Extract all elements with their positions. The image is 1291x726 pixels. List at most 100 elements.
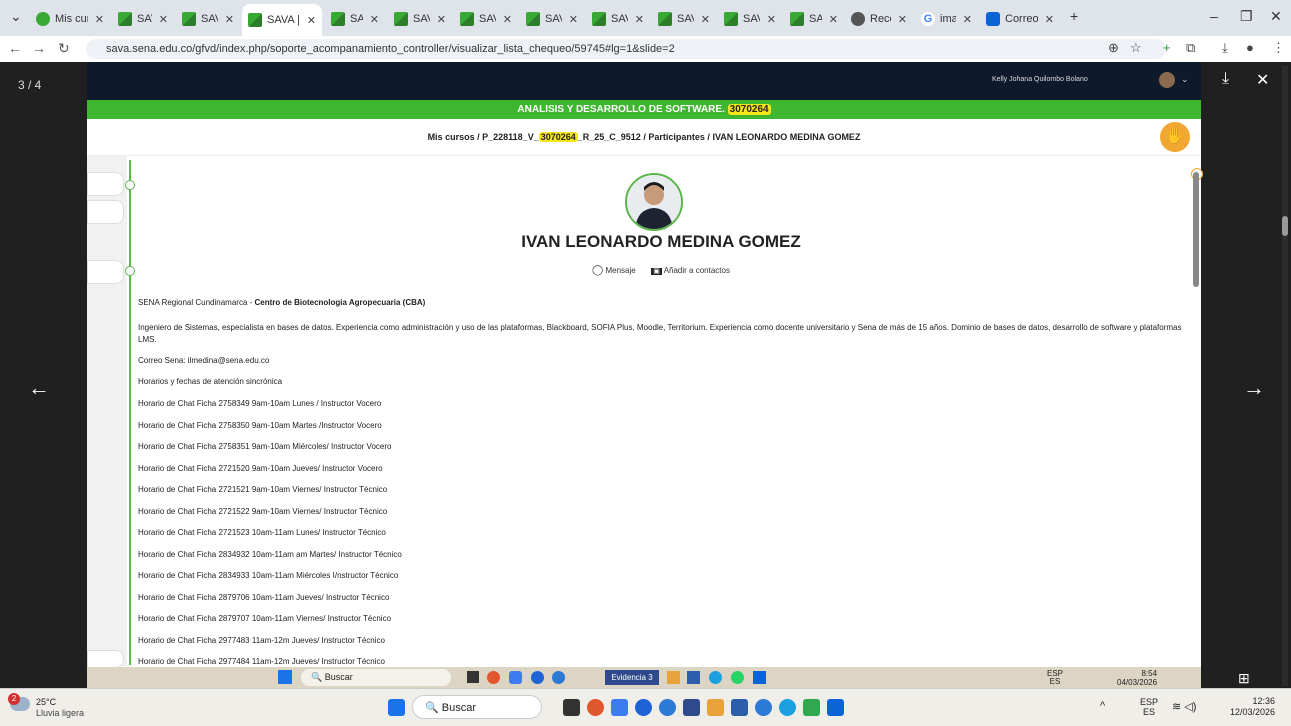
viewer-grid-icon[interactable]: ⊞ (1238, 670, 1250, 687)
viewer-scroll-thumb[interactable] (1282, 216, 1288, 236)
browser-tab[interactable]: SAVA | ✕ (242, 4, 322, 36)
task-view-icon[interactable] (563, 699, 580, 716)
menu-kebab-icon[interactable]: ⋮ (1272, 40, 1285, 56)
restore-icon[interactable]: ❐ (1240, 8, 1253, 25)
top-user-name[interactable]: Kelly Johana Quilombo Bolano (992, 76, 1088, 83)
prev-slide-arrow-icon[interactable]: ← (28, 375, 50, 401)
browser-tab[interactable]: SAVA | ✕ (176, 6, 240, 32)
close-tab-icon[interactable]: ✕ (635, 13, 644, 26)
sava-icon (724, 12, 738, 26)
viewer-scrollbar[interactable] (1282, 66, 1288, 686)
sava-icon (248, 13, 262, 27)
browser-tab[interactable]: SAVA | ✕ (520, 6, 584, 32)
browser-tab[interactable]: Mis cur ✕ (30, 6, 110, 32)
teams-icon (509, 671, 522, 684)
crumb-course[interactable]: P_228118_V_ 3070264 _R_25_C_9512 (482, 132, 641, 142)
minimize-icon[interactable]: – (1210, 8, 1218, 24)
close-tab-icon[interactable]: ✕ (307, 14, 316, 27)
tab-label: Record (870, 13, 891, 25)
sava-icon (658, 12, 672, 26)
close-tab-icon[interactable]: ✕ (898, 13, 907, 26)
close-tab-icon[interactable]: ✕ (95, 13, 104, 26)
zoom-icon[interactable]: ⊕ (1108, 40, 1119, 56)
browser-tab[interactable]: SAVA | ✕ (784, 6, 844, 32)
crumb-mis-cursos[interactable]: Mis cursos (428, 132, 475, 142)
browser-tab-strip: ⌄ Mis cur✕SAVA |✕SAVA |✕SAVA |✕SAVA |✕SA… (0, 0, 1291, 36)
taskbar-search[interactable]: 🔍 Buscar (412, 695, 542, 719)
app-icon[interactable] (779, 699, 796, 716)
browser-tab[interactable]: SAVA | ✕ (454, 6, 518, 32)
viewer-download-icon[interactable]: ⤓ (1222, 70, 1229, 88)
help-handshake-button[interactable]: ✋ (1160, 122, 1190, 152)
side-card[interactable] (87, 172, 124, 196)
user-avatar[interactable] (1159, 72, 1175, 88)
side-card[interactable] (87, 260, 124, 284)
excel-icon[interactable] (803, 699, 820, 716)
profile-avatar-icon[interactable]: ● (1246, 40, 1254, 55)
url-field[interactable]: sava.sena.edu.co/gfvd/index.php/soporte_… (86, 39, 1166, 59)
folder-icon[interactable] (707, 699, 724, 716)
close-tab-icon[interactable]: ✕ (963, 13, 972, 26)
bookmark-star-icon[interactable]: ☆ (1130, 40, 1142, 56)
close-tab-icon[interactable]: ✕ (159, 13, 168, 26)
tray-chevron-icon[interactable]: ^ (1100, 700, 1105, 712)
wifi-volume-icon[interactable]: ≋ ◁) (1172, 700, 1196, 713)
back-icon[interactable]: ← (8, 40, 22, 56)
chrome-icon[interactable] (587, 699, 604, 716)
search-icon: 🔍 (425, 702, 439, 714)
system-clock[interactable]: 12:36 12/03/2026 (1230, 696, 1275, 718)
skype-icon[interactable] (635, 699, 652, 716)
close-tab-icon[interactable]: ✕ (569, 13, 578, 26)
page-scrollbar-thumb[interactable] (1193, 172, 1199, 287)
close-tab-icon[interactable]: ✕ (437, 13, 446, 26)
close-tab-icon[interactable]: ✕ (701, 13, 710, 26)
crumb-participantes[interactable]: Participantes (648, 132, 705, 142)
browser-tab[interactable]: SAVA | ✕ (325, 6, 385, 32)
close-window-icon[interactable]: ✕ (1270, 8, 1282, 25)
teams-icon[interactable] (611, 699, 628, 716)
schedule-row: Horario de Chat Ficha 2758349 9am-10am L… (138, 399, 382, 408)
schedule-row: Horario de Chat Ficha 2834932 10am-11am … (138, 549, 402, 559)
edge-icon[interactable] (659, 699, 676, 716)
close-tab-icon[interactable]: ✕ (370, 13, 379, 26)
timeline-line (129, 160, 131, 665)
schedule-row: Horario de Chat Ficha 2758350 9am-10am M… (138, 420, 382, 430)
browser-tab[interactable]: SAVA | ✕ (718, 6, 782, 32)
browser-tab[interactable]: Record ✕ (845, 6, 913, 32)
app-icon[interactable] (683, 699, 700, 716)
close-tab-icon[interactable]: ✕ (225, 13, 234, 26)
tab-search-chevron-icon[interactable]: ⌄ (10, 8, 22, 25)
close-tab-icon[interactable]: ✕ (503, 13, 512, 26)
browser-tab[interactable]: SAVA | ✕ (652, 6, 716, 32)
add-contact-button[interactable]: ▣ Añadir a contactos (651, 266, 730, 275)
message-button[interactable]: ◯ Mensaje (592, 265, 636, 276)
new-tab-button[interactable]: + (1070, 8, 1078, 24)
viewer-close-icon[interactable]: ✕ (1256, 70, 1269, 90)
breadcrumb: Mis cursos / P_228118_V_ 3070264 _R_25_C_9… (87, 119, 1201, 156)
chevron-down-icon[interactable]: ⌄ (1181, 74, 1189, 85)
browser-tab[interactable]: SAVA | ✕ (388, 6, 452, 32)
sava-icon (182, 12, 196, 26)
side-card[interactable] (87, 650, 124, 668)
close-tab-icon[interactable]: ✕ (829, 13, 838, 26)
language-indicator[interactable]: ESP ES (1140, 697, 1158, 717)
word-icon[interactable] (731, 699, 748, 716)
browser-tab[interactable]: SAVA | ✕ (112, 6, 174, 32)
crumb-sep: / (707, 132, 710, 142)
next-slide-arrow-icon[interactable]: → (1243, 375, 1265, 401)
mail-icon[interactable] (827, 699, 844, 716)
reload-icon[interactable]: ↻ (58, 40, 70, 57)
browser-tab[interactable]: Correo ✕ (980, 6, 1060, 32)
extensions-puzzle-icon[interactable]: ⧉ (1186, 40, 1195, 56)
side-card[interactable] (87, 200, 124, 224)
browser-tab[interactable]: Gimagen ✕ (915, 6, 978, 32)
extension-add-icon[interactable]: + (1163, 40, 1171, 55)
download-icon[interactable]: ⤓ (1222, 40, 1228, 56)
windows-start-icon[interactable] (388, 699, 405, 716)
close-tab-icon[interactable]: ✕ (767, 13, 776, 26)
chat-icon[interactable] (755, 699, 772, 716)
forward-icon[interactable]: → (32, 40, 46, 56)
schedule-title: Horarios y fechas de atención sincrónica (138, 377, 283, 386)
close-tab-icon[interactable]: ✕ (1045, 13, 1054, 26)
browser-tab[interactable]: SAVA | ✕ (586, 6, 650, 32)
